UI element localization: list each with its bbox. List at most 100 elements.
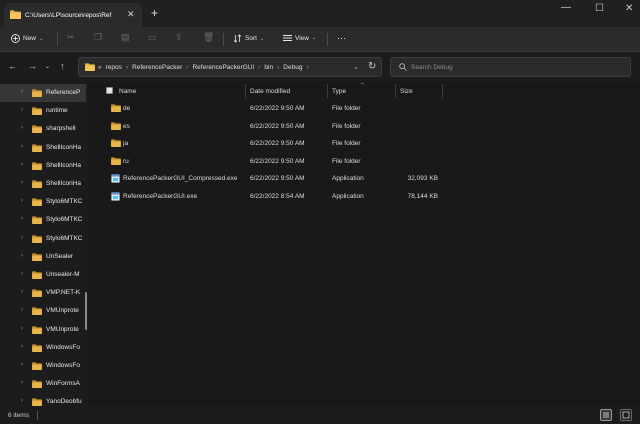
chevron-right-icon[interactable]: › xyxy=(126,64,128,71)
delete-icon[interactable]: 🗑 xyxy=(203,32,214,43)
folder-icon xyxy=(32,89,42,99)
sidebar-item[interactable]: › ReferenceP xyxy=(0,84,86,102)
recent-locations-chevron-icon[interactable]: ⌄ xyxy=(45,63,50,70)
sidebar-scrollbar[interactable] xyxy=(85,292,87,330)
file-name: ja xyxy=(123,140,129,148)
copy-icon[interactable]: ❐ xyxy=(94,32,102,43)
breadcrumb-item[interactable]: ReferencePacker xyxy=(132,64,182,71)
sidebar-item[interactable]: › ShellIconHa xyxy=(0,157,86,175)
file-row[interactable]: ja 6/22/2022 9:50 AM File folder xyxy=(88,135,640,153)
details-view-button[interactable] xyxy=(600,409,612,421)
chevron-right-icon[interactable]: › xyxy=(306,64,308,71)
navigation-pane: › ReferenceP › runtime › sharpshell › ShellIcon… xyxy=(0,82,88,406)
chevron-right-icon[interactable]: › xyxy=(21,271,23,277)
column-divider[interactable] xyxy=(442,84,443,98)
chevron-right-icon[interactable]: › xyxy=(277,64,279,71)
sidebar-item[interactable]: › WinFormsA xyxy=(0,375,86,393)
chevron-right-icon[interactable]: › xyxy=(21,162,23,168)
file-row[interactable]: ru 6/22/2022 9:50 AM File folder xyxy=(88,153,640,171)
up-arrow-icon[interactable]: ↑ xyxy=(60,61,65,71)
new-tab-button[interactable]: + xyxy=(151,6,158,20)
chevron-right-icon[interactable]: › xyxy=(21,307,23,313)
column-divider[interactable] xyxy=(327,84,328,98)
sidebar-item[interactable]: › VMP.NET-K xyxy=(0,284,86,302)
column-divider[interactable] xyxy=(245,84,246,98)
sidebar-item[interactable]: › UnSealer xyxy=(0,248,86,266)
breadcrumb-item[interactable]: ReferencePackerGUI xyxy=(192,64,254,71)
close-button[interactable]: ✕ xyxy=(625,3,633,14)
select-all-checkbox[interactable] xyxy=(106,87,113,94)
minimize-button[interactable]: — xyxy=(561,2,571,13)
breadcrumb-item[interactable]: bin xyxy=(264,64,273,71)
sidebar-item-label: WinFormsA xyxy=(46,380,80,388)
chevron-right-icon[interactable]: › xyxy=(21,326,23,332)
divider xyxy=(327,33,328,46)
chevron-right-icon[interactable]: › xyxy=(258,64,260,71)
explorer-tab[interactable]: C:\Users\LP\source\repos\Ref ✕ xyxy=(4,3,142,27)
chevron-right-icon[interactable]: › xyxy=(21,144,23,150)
column-header-type[interactable]: Type xyxy=(332,88,346,95)
chevron-right-icon[interactable]: › xyxy=(21,235,23,241)
forward-arrow-icon[interactable]: → xyxy=(28,61,37,71)
tiles-view-button[interactable] xyxy=(620,409,632,421)
share-icon[interactable]: ⇪ xyxy=(175,32,183,43)
sidebar-item[interactable]: › VMUnprote xyxy=(0,302,86,320)
column-header-date[interactable]: Date modified xyxy=(250,88,290,95)
sort-button[interactable]: Sort ⌄ xyxy=(233,34,264,43)
sidebar-item[interactable]: › Stylo6MTKC xyxy=(0,230,86,248)
sidebar-item[interactable]: › ShellIconHa xyxy=(0,175,86,193)
column-header-size[interactable]: Size xyxy=(400,88,413,95)
column-header-name[interactable]: Name xyxy=(119,88,136,95)
rename-icon[interactable]: ▭ xyxy=(148,32,157,43)
chevron-right-icon[interactable]: › xyxy=(21,362,23,368)
chevron-right-icon[interactable]: › xyxy=(21,398,23,404)
chevron-right-icon[interactable]: › xyxy=(21,344,23,350)
chevron-right-icon[interactable]: › xyxy=(21,380,23,386)
paste-icon[interactable]: ▤ xyxy=(121,32,130,43)
sort-label: Sort xyxy=(245,35,257,42)
sidebar-item[interactable]: › WindowsFo xyxy=(0,339,86,357)
chevron-right-icon[interactable]: › xyxy=(21,125,23,131)
tab-close-icon[interactable]: ✕ xyxy=(127,9,135,20)
sidebar-item[interactable]: › ShellIconHa xyxy=(0,139,86,157)
breadcrumb-item[interactable]: Debug xyxy=(283,64,302,71)
search-box[interactable] xyxy=(390,57,631,77)
file-name: es xyxy=(123,122,130,130)
file-row[interactable]: es 6/22/2022 9:50 AM File folder xyxy=(88,118,640,136)
file-row[interactable]: ReferencePackerGUI_Compressed.exe 6/22/20… xyxy=(88,170,640,188)
chevron-right-icon[interactable]: › xyxy=(21,253,23,259)
chevron-right-icon[interactable]: › xyxy=(21,180,23,186)
view-button[interactable]: View ⌄ xyxy=(283,34,316,42)
sidebar-item-label: ShellIconHa xyxy=(46,143,82,151)
folder-icon xyxy=(32,362,42,372)
back-arrow-icon[interactable]: ← xyxy=(8,61,17,71)
address-bar[interactable]: « repos › ReferencePacker › ReferencePac… xyxy=(78,57,382,77)
sidebar-item[interactable]: › sharpshell xyxy=(0,120,86,138)
sidebar-item[interactable]: › Stylo6MTKC xyxy=(0,211,86,229)
chevron-right-icon[interactable]: › xyxy=(21,89,23,95)
cut-icon[interactable]: ✂ xyxy=(67,32,75,43)
sidebar-item[interactable]: › VMUnprote xyxy=(0,321,86,339)
new-button[interactable]: New ⌄ xyxy=(11,34,43,43)
chevron-right-icon[interactable]: › xyxy=(21,107,23,113)
more-options-button[interactable]: ··· xyxy=(337,33,346,43)
file-size: 78,144 KB xyxy=(407,193,438,200)
file-row[interactable]: de 6/22/2022 9:50 AM File folder xyxy=(88,100,640,118)
chevron-down-icon[interactable]: ⌄ xyxy=(353,63,359,71)
sidebar-item[interactable]: › WindowsFo xyxy=(0,357,86,375)
column-divider[interactable] xyxy=(395,84,396,98)
file-row[interactable]: ReferencePackerGUI.exe 6/22/2022 8:54 AM A… xyxy=(88,188,640,206)
sidebar-item[interactable]: › Unsealer-M xyxy=(0,266,86,284)
refresh-icon[interactable]: ↻ xyxy=(368,61,376,72)
sidebar-item[interactable]: › YanoDeobfu xyxy=(0,393,86,406)
sidebar-item[interactable]: › runtime xyxy=(0,102,86,120)
chevron-right-icon[interactable]: › xyxy=(21,198,23,204)
search-input[interactable] xyxy=(411,61,621,74)
chevron-right-icon[interactable]: › xyxy=(21,289,23,295)
chevron-right-icon[interactable]: › xyxy=(21,216,23,222)
breadcrumb-item[interactable]: repos xyxy=(106,64,122,71)
breadcrumb-overflow[interactable]: « xyxy=(98,64,102,71)
sidebar-item[interactable]: › Stylo6MTKC xyxy=(0,193,86,211)
maximize-button[interactable]: ☐ xyxy=(595,3,604,14)
chevron-right-icon[interactable]: › xyxy=(186,64,188,71)
